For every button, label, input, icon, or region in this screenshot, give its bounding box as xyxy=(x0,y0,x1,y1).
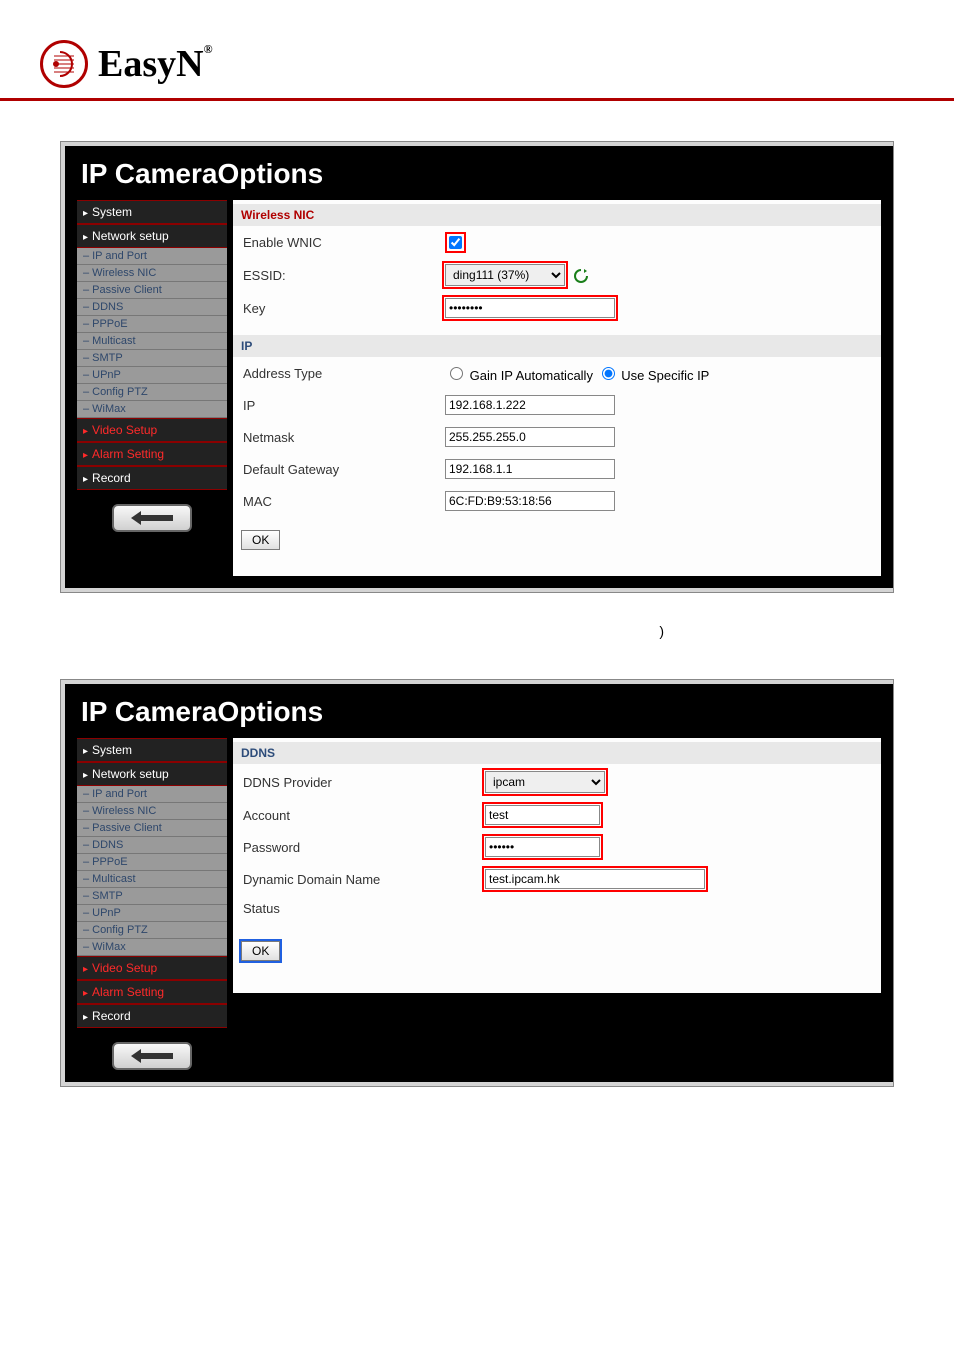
label-account: Account xyxy=(235,800,475,830)
sub-ip-and-port[interactable]: IP and Port xyxy=(77,248,227,265)
label-netmask: Netmask xyxy=(235,422,435,452)
select-ddns-provider[interactable]: ipcam xyxy=(485,771,605,793)
input-mac[interactable] xyxy=(445,491,615,511)
label-key: Key xyxy=(235,293,435,323)
section-header-wireless: Wireless NIC xyxy=(233,204,881,226)
label-ip: IP xyxy=(235,390,435,420)
sidebar-2: SystemNetwork setupIP and PortWireless N… xyxy=(77,738,227,1070)
panel-title: IP CameraOptions xyxy=(81,158,881,190)
sub2-upnp[interactable]: UPnP xyxy=(77,905,227,922)
sub-smtp[interactable]: SMTP xyxy=(77,350,227,367)
radio-gain-ip-label[interactable]: Gain IP Automatically xyxy=(445,368,593,383)
select-essid[interactable]: ding111 (37%) xyxy=(445,264,565,286)
sub-wireless-nic[interactable]: Wireless NIC xyxy=(77,265,227,282)
page-header: EasyN® xyxy=(0,0,954,101)
sub-pppoe[interactable]: PPPoE xyxy=(77,316,227,333)
nav2-system[interactable]: System xyxy=(77,738,227,762)
sub2-pppoe[interactable]: PPPoE xyxy=(77,854,227,871)
input-account[interactable] xyxy=(485,805,600,825)
sub2-config-ptz[interactable]: Config PTZ xyxy=(77,922,227,939)
sidebar: SystemNetwork setupIP and PortWireless N… xyxy=(77,200,227,532)
sub2-ip-and-port[interactable]: IP and Port xyxy=(77,786,227,803)
label-password: Password xyxy=(235,832,475,862)
sub2-passive-client[interactable]: Passive Client xyxy=(77,820,227,837)
radio-specific-ip-text: Use Specific IP xyxy=(621,368,709,383)
nav-network-setup[interactable]: Network setup xyxy=(77,224,227,248)
input-netmask[interactable] xyxy=(445,427,615,447)
nav-alarm-setting[interactable]: Alarm Setting xyxy=(77,442,227,466)
nav2-video-setup[interactable]: Video Setup xyxy=(77,956,227,980)
input-key[interactable] xyxy=(445,298,615,318)
panel-ddns: IP CameraOptions SystemNetwork setupIP a… xyxy=(60,679,894,1087)
sub2-multicast[interactable]: Multicast xyxy=(77,871,227,888)
sub2-wireless-nic[interactable]: Wireless NIC xyxy=(77,803,227,820)
radio-specific-ip-label[interactable]: Use Specific IP xyxy=(597,368,710,383)
label-status: Status xyxy=(235,896,475,921)
sub2-smtp[interactable]: SMTP xyxy=(77,888,227,905)
nav-record[interactable]: Record xyxy=(77,466,227,490)
nav-video-setup[interactable]: Video Setup xyxy=(77,418,227,442)
sub-wimax[interactable]: WiMax xyxy=(77,401,227,418)
panel-wireless-nic: IP CameraOptions SystemNetwork setupIP a… xyxy=(60,141,894,593)
checkbox-enable-wnic[interactable] xyxy=(449,236,462,249)
section-header-ddns: DDNS xyxy=(233,742,881,764)
label-enable-wnic: Enable WNIC xyxy=(235,228,435,257)
nav2-alarm-setting[interactable]: Alarm Setting xyxy=(77,980,227,1004)
label-address-type: Address Type xyxy=(235,359,435,388)
section-header-ip: IP xyxy=(233,335,881,357)
back-button[interactable] xyxy=(112,504,192,532)
brand-reg: ® xyxy=(204,42,213,56)
brand-logo: EasyN® xyxy=(40,40,914,88)
label-essid: ESSID: xyxy=(235,259,435,291)
radio-specific-ip[interactable] xyxy=(602,367,615,380)
sub2-ddns[interactable]: DDNS xyxy=(77,837,227,854)
sub-config-ptz[interactable]: Config PTZ xyxy=(77,384,227,401)
brand-icon xyxy=(40,40,88,88)
sub2-wimax[interactable]: WiMax xyxy=(77,939,227,956)
label-gateway: Default Gateway xyxy=(235,454,435,484)
content-wireless: Wireless NIC Enable WNIC ESSID: xyxy=(233,200,881,576)
back-button[interactable] xyxy=(112,1042,192,1070)
nav2-record[interactable]: Record xyxy=(77,1004,227,1028)
label-domain: Dynamic Domain Name xyxy=(235,864,475,894)
radio-gain-ip-text: Gain IP Automatically xyxy=(470,368,593,383)
nav-system[interactable]: System xyxy=(77,200,227,224)
label-mac: MAC xyxy=(235,486,435,516)
label-ddns-provider: DDNS Provider xyxy=(235,766,475,798)
input-ip[interactable] xyxy=(445,395,615,415)
sub-multicast[interactable]: Multicast xyxy=(77,333,227,350)
content-ddns: DDNS DDNS Provider ipcam xyxy=(233,738,881,993)
sub-passive-client[interactable]: Passive Client xyxy=(77,282,227,299)
ok-button[interactable]: OK xyxy=(241,530,280,550)
ok-button-2[interactable]: OK xyxy=(241,941,280,961)
input-password[interactable] xyxy=(485,837,600,857)
sub-upnp[interactable]: UPnP xyxy=(77,367,227,384)
panel-title-2: IP CameraOptions xyxy=(81,696,881,728)
refresh-icon[interactable] xyxy=(573,268,589,284)
input-domain[interactable] xyxy=(485,869,705,889)
nav2-network-setup[interactable]: Network setup xyxy=(77,762,227,786)
brand-text: EasyN® xyxy=(98,42,213,86)
sub-ddns[interactable]: DDNS xyxy=(77,299,227,316)
radio-gain-ip[interactable] xyxy=(450,367,463,380)
input-gateway[interactable] xyxy=(445,459,615,479)
brand-name: EasyN xyxy=(98,43,204,85)
stray-text: ) xyxy=(0,613,954,679)
